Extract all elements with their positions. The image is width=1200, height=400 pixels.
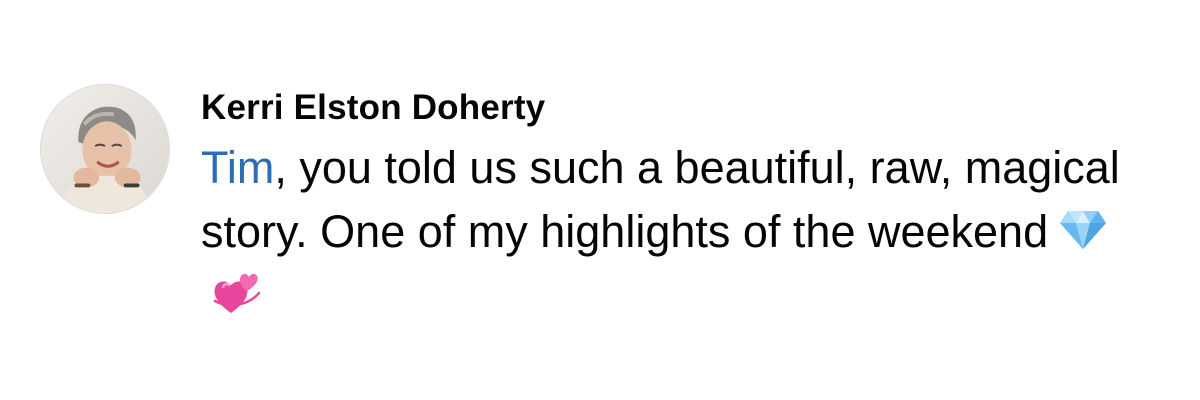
author-name[interactable]: Kerri Elston Doherty xyxy=(201,86,1160,130)
comment-message: , you told us such a beautiful, raw, mag… xyxy=(201,142,1120,257)
mention-link[interactable]: Tim xyxy=(201,142,274,193)
gem-stone-icon xyxy=(1058,205,1108,253)
comment-text: Tim, you told us such a beautiful, raw, … xyxy=(201,136,1160,328)
revolving-hearts-icon xyxy=(211,269,261,317)
avatar[interactable] xyxy=(40,84,170,214)
comment-body: Kerri Elston Doherty Tim, you told us su… xyxy=(201,86,1160,328)
comment: Kerri Elston Doherty Tim, you told us su… xyxy=(40,84,1160,328)
profile-photo-icon xyxy=(41,85,169,213)
